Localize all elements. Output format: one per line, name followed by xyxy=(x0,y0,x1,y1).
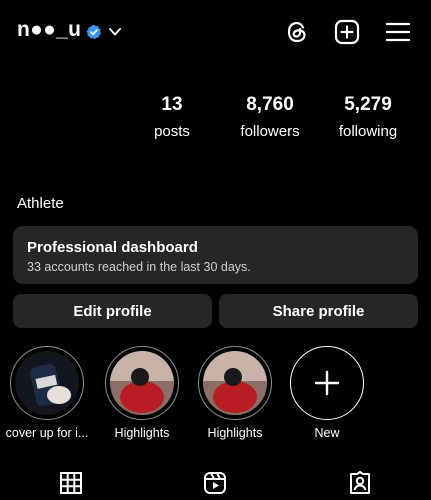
highlight-label: cover up for i... xyxy=(5,426,89,440)
grid-icon[interactable] xyxy=(59,471,83,495)
following-count: 5,279 xyxy=(344,94,392,115)
share-profile-button[interactable]: Share profile xyxy=(219,294,418,328)
plus-icon xyxy=(314,370,340,396)
followers-count: 8,760 xyxy=(246,94,294,115)
highlight-ring xyxy=(10,346,84,420)
following-label: following xyxy=(338,123,398,140)
tagged-icon[interactable] xyxy=(348,471,372,495)
top-bar: n●●_u xyxy=(0,0,431,64)
verified-badge-icon xyxy=(86,24,101,40)
following-stat[interactable]: 5,279 following xyxy=(313,94,423,140)
new-highlight-label: New xyxy=(314,426,340,440)
followers-label: followers xyxy=(240,123,300,140)
highlight-thumbnail xyxy=(203,351,267,415)
username[interactable]: n●●_u xyxy=(17,18,81,42)
chevron-down-icon[interactable] xyxy=(108,26,122,38)
professional-dashboard-card[interactable]: Professional dashboard 33 accounts reach… xyxy=(13,226,418,284)
reels-icon[interactable] xyxy=(203,471,227,495)
highlight-label: Highlights xyxy=(207,426,263,440)
new-highlight-ring xyxy=(290,346,364,420)
posts-label: posts xyxy=(154,123,190,140)
create-plus-icon[interactable] xyxy=(334,19,360,45)
new-highlight-button[interactable]: New xyxy=(284,346,370,440)
highlight-ring xyxy=(198,346,272,420)
highlight-ring xyxy=(105,346,179,420)
followers-stat[interactable]: 8,760 followers xyxy=(215,94,325,140)
highlight-item[interactable]: Highlights xyxy=(192,346,278,440)
highlight-thumbnail xyxy=(15,351,79,415)
profile-category: Athlete xyxy=(17,195,64,212)
posts-stat[interactable]: 13 posts xyxy=(117,94,227,140)
highlight-thumbnail xyxy=(110,351,174,415)
highlight-label: Highlights xyxy=(114,426,170,440)
menu-icon[interactable] xyxy=(385,19,411,45)
highlight-item[interactable]: Highlights xyxy=(99,346,185,440)
posts-count: 13 xyxy=(161,94,183,115)
edit-profile-button[interactable]: Edit profile xyxy=(13,294,212,328)
threads-icon[interactable] xyxy=(284,19,310,45)
dashboard-subtitle: 33 accounts reached in the last 30 days. xyxy=(27,260,251,274)
profile-tab-bar xyxy=(0,465,431,500)
highlight-item[interactable]: cover up for i... xyxy=(4,346,90,440)
dashboard-title: Professional dashboard xyxy=(27,239,198,256)
